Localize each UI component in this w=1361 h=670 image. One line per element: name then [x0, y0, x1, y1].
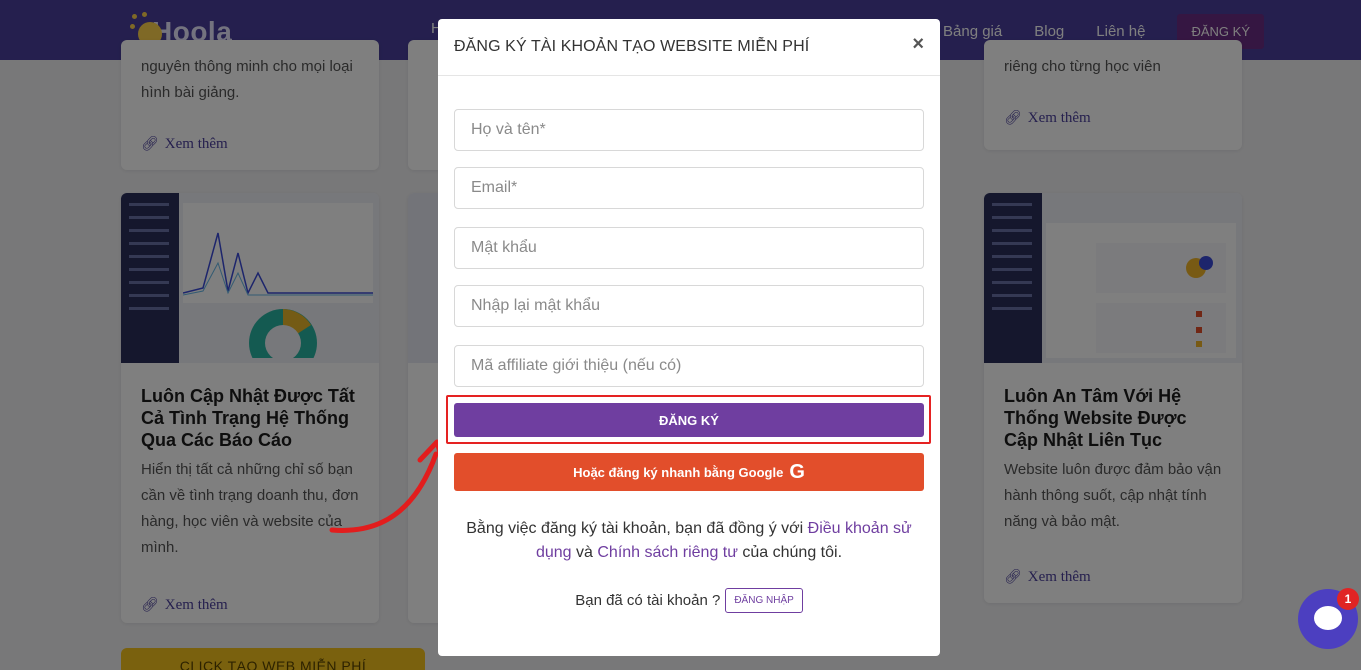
google-icon: G — [789, 460, 805, 483]
chat-bubble-icon — [1314, 606, 1342, 630]
full-name-field[interactable] — [454, 109, 924, 151]
chat-unread-badge: 1 — [1337, 588, 1359, 610]
terms-and: và — [576, 544, 593, 561]
email-field[interactable] — [454, 167, 924, 209]
modal-title: ĐĂNG KÝ TÀI KHOẢN TẠO WEBSITE MIỄN PHÍ — [454, 38, 810, 55]
annotation-highlight-box — [446, 395, 931, 444]
password-field[interactable] — [454, 227, 924, 269]
terms-text: Bằng việc đăng ký tài khoản, bạn đã đồng… — [454, 517, 924, 565]
affiliate-code-field[interactable] — [454, 345, 924, 387]
register-modal: ĐĂNG KÝ TÀI KHOẢN TẠO WEBSITE MIỄN PHÍ ×… — [438, 19, 940, 656]
terms-suffix: của chúng tôi. — [742, 544, 843, 561]
annotation-arrow-icon — [329, 439, 447, 533]
password-confirm-field[interactable] — [454, 285, 924, 327]
have-account-text: Bạn đã có tài khoản ? — [575, 592, 721, 609]
login-button[interactable]: ĐĂNG NHẬP — [725, 588, 803, 613]
privacy-link[interactable]: Chính sách riêng tư — [597, 544, 738, 561]
terms-prefix: Bằng việc đăng ký tài khoản, bạn đã đồng… — [466, 520, 804, 537]
google-button-label: Hoặc đăng ký nhanh bằng Google — [573, 464, 784, 480]
google-signup-button[interactable]: Hoặc đăng ký nhanh bằng Google G — [454, 453, 924, 491]
close-icon[interactable]: × — [912, 33, 924, 56]
modal-header: ĐĂNG KÝ TÀI KHOẢN TẠO WEBSITE MIỄN PHÍ × — [438, 19, 940, 76]
login-prompt: Bạn đã có tài khoản ? ĐĂNG NHẬP — [454, 588, 924, 613]
